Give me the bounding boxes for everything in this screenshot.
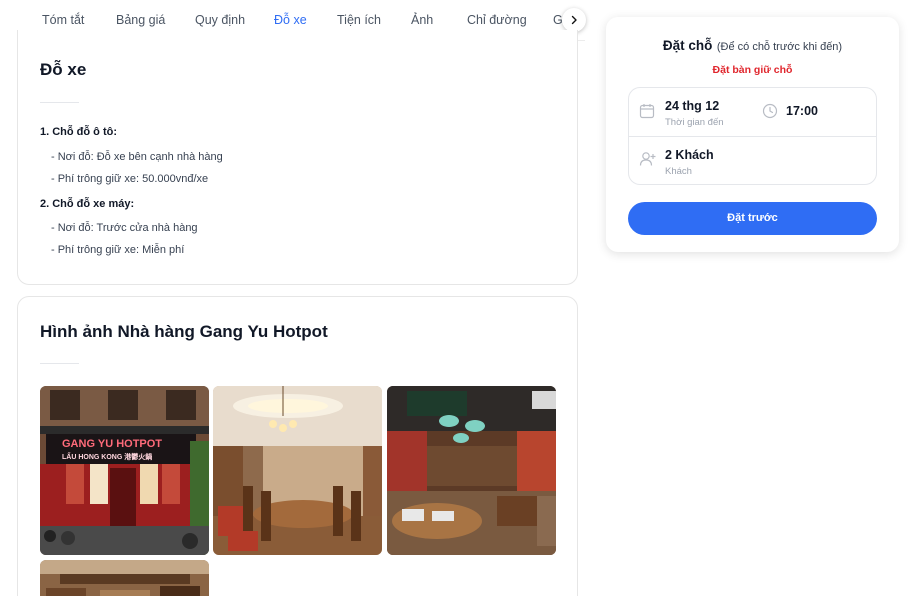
- bike-parking-fee: - Phí trông giữ xe: Miễn phí: [51, 244, 185, 256]
- calendar-icon: [639, 104, 655, 119]
- time-picker[interactable]: 17:00: [759, 88, 878, 136]
- car-parking-heading: 1. Chỗ đỗ ô tô:: [40, 126, 117, 138]
- arrival-date-value: 24 thg 12: [665, 99, 720, 113]
- arrival-time-value: 17:00: [786, 104, 818, 118]
- svg-text:LẨU HONG KONG 港鬱火鍋: LẨU HONG KONG 港鬱火鍋: [62, 452, 152, 461]
- restaurant-photo-private-room[interactable]: [213, 386, 382, 555]
- parking-title: Đỗ xe: [40, 60, 87, 79]
- booking-options-box: 24 thg 12 Thời gian đến 17:00 2 Khách Kh…: [628, 87, 877, 185]
- booking-panel: Đặt chỗ (Để có chỗ trước khi đến) Đặt bà…: [606, 17, 899, 252]
- restaurant-photo-interior[interactable]: [40, 560, 209, 596]
- car-parking-fee: - Phí trông giữ xe: 50.000vnđ/xe: [51, 173, 209, 185]
- guest-count-picker[interactable]: 2 Khách Khách: [629, 137, 878, 185]
- clock-icon: [762, 103, 778, 119]
- guest-count-label: Khách: [665, 166, 692, 177]
- gallery-title: Hình ảnh Nhà hàng Gang Yu Hotpot: [40, 322, 328, 341]
- arrival-date-label: Thời gian đến: [665, 117, 724, 128]
- title-divider: [40, 102, 79, 103]
- booking-note: (Để có chỗ trước khi đến): [716, 41, 843, 53]
- add-user-icon: [639, 152, 656, 166]
- svg-text:GANG YU HOTPOT: GANG YU HOTPOT: [62, 438, 162, 450]
- title-divider: [40, 363, 79, 364]
- hold-table-label: Đặt bàn giữ chỗ: [712, 64, 793, 76]
- gallery-section: Hình ảnh Nhà hàng Gang Yu Hotpot GANG YU…: [17, 296, 578, 596]
- book-now-button[interactable]: Đặt trước: [628, 202, 877, 235]
- parking-section: Đỗ xe 1. Chỗ đỗ ô tô: - Nơi đỗ: Đỗ xe bê…: [17, 30, 578, 285]
- tab-scroll-next-button[interactable]: [562, 8, 586, 32]
- date-picker[interactable]: 24 thg 12 Thời gian đến: [629, 88, 759, 136]
- booking-title: Đặt chỗ: [662, 38, 713, 53]
- car-parking-location: - Nơi đỗ: Đỗ xe bên cạnh nhà hàng: [51, 151, 223, 163]
- booking-title-row: Đặt chỗ (Để có chỗ trước khi đến): [606, 37, 899, 55]
- chevron-right-icon: [571, 15, 577, 25]
- restaurant-photo-storefront[interactable]: GANG YU HOTPOT LẨU HONG KONG 港鬱火鍋: [40, 386, 209, 555]
- bike-parking-location: - Nơi đỗ: Trước cửa nhà hàng: [51, 222, 198, 234]
- restaurant-photo-dining-hall[interactable]: [387, 386, 556, 555]
- bike-parking-heading: 2. Chỗ đỗ xe máy:: [40, 198, 135, 210]
- guest-count-value: 2 Khách: [665, 148, 714, 162]
